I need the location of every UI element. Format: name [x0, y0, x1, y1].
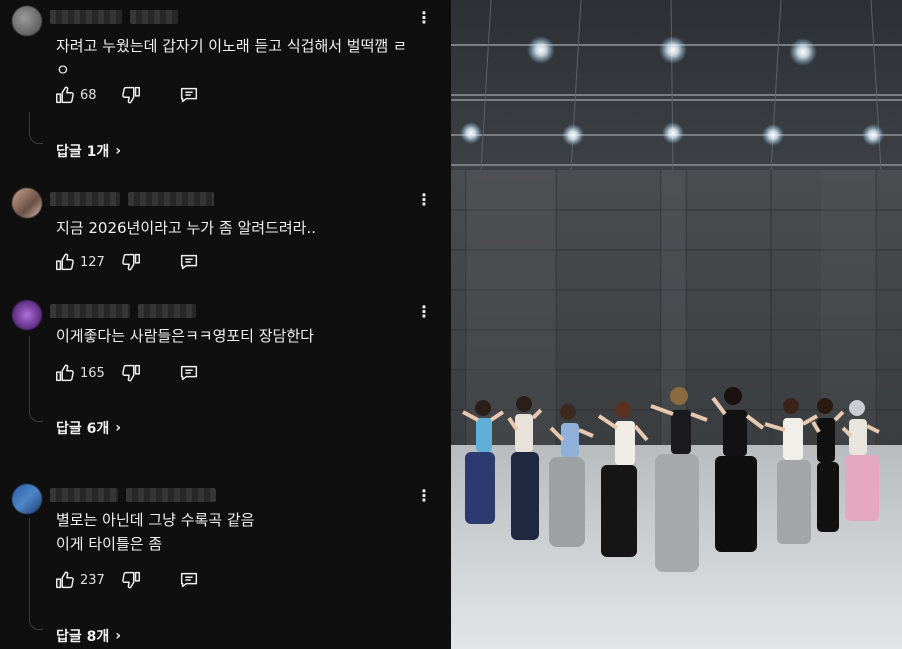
comment-actions: 237 — [54, 569, 200, 591]
dislike-button[interactable] — [120, 84, 142, 106]
dislike-button[interactable] — [120, 569, 142, 591]
comment-author-handle[interactable] — [50, 192, 214, 206]
like-count: 127 — [80, 254, 105, 270]
comment-text: 별로는 아닌데 그냥 수록곡 같음 이게 타이틀은 좀 — [56, 511, 255, 553]
thumbs-down-icon — [122, 364, 140, 382]
thread-line — [29, 336, 43, 422]
comment-text: 이게좋다는 사람들은ㅋㅋ영포티 장담한다 — [56, 327, 314, 345]
comment-actions: 165 — [54, 362, 200, 384]
comment-text: 자려고 누웠는데 갑자기 이노래 듣고 식겁해서 벌떡깸 ㄹ ㅇ — [56, 37, 407, 79]
thumbs-up-icon — [56, 86, 74, 104]
like-count: 68 — [80, 87, 97, 103]
reply-button[interactable] — [178, 362, 200, 384]
avatar[interactable] — [12, 300, 42, 330]
comment-text: 지금 2026년이라고 누가 좀 알려드려라.. — [56, 219, 316, 237]
chevron-right-icon: › — [115, 420, 122, 436]
comment-actions: 127 — [54, 251, 200, 273]
thread-line — [29, 112, 43, 144]
view-replies-button[interactable]: 답글 6개 › — [56, 418, 121, 438]
reply-comment-icon — [180, 87, 198, 103]
video-frame[interactable] — [451, 0, 902, 649]
comment-author-handle[interactable] — [50, 10, 178, 24]
avatar[interactable] — [12, 6, 42, 36]
comment-actions: 68 — [54, 84, 200, 106]
comment-author-handle[interactable] — [50, 304, 196, 318]
reply-comment-icon — [180, 254, 198, 270]
thumbs-up-icon — [56, 571, 74, 589]
replies-label: 답글 1개 — [56, 144, 110, 160]
chevron-right-icon: › — [115, 628, 122, 644]
view-replies-button[interactable]: 답글 1개 › — [56, 141, 121, 161]
reply-button[interactable] — [178, 569, 200, 591]
reply-button[interactable] — [178, 84, 200, 106]
more-options-icon[interactable]: ⋮ — [414, 302, 434, 322]
more-options-icon[interactable]: ⋮ — [414, 190, 434, 210]
replies-label: 답글 8개 — [56, 629, 110, 645]
comment-author-handle[interactable] — [50, 488, 216, 502]
like-button[interactable]: 68 — [54, 84, 114, 106]
thumbs-up-icon — [56, 253, 74, 271]
dance-practice-scene — [451, 0, 902, 649]
thumbs-down-icon — [122, 253, 140, 271]
thread-line — [29, 518, 43, 630]
dislike-button[interactable] — [120, 362, 142, 384]
more-options-icon[interactable]: ⋮ — [414, 486, 434, 506]
avatar[interactable] — [12, 188, 42, 218]
reply-button[interactable] — [178, 251, 200, 273]
avatar[interactable] — [12, 484, 42, 514]
comments-panel: ⋮ 자려고 누웠는데 갑자기 이노래 듣고 식겁해서 벌떡깸 ㄹ ㅇ 68 답글… — [0, 0, 451, 649]
reply-comment-icon — [180, 572, 198, 588]
thumbs-up-icon — [56, 364, 74, 382]
more-options-icon[interactable]: ⋮ — [414, 8, 434, 28]
reply-comment-icon — [180, 365, 198, 381]
thumbs-down-icon — [122, 571, 140, 589]
like-count: 165 — [80, 365, 105, 381]
dislike-button[interactable] — [120, 251, 142, 273]
like-button[interactable]: 127 — [54, 251, 114, 273]
like-count: 237 — [80, 572, 105, 588]
chevron-right-icon: › — [115, 143, 122, 159]
replies-label: 답글 6개 — [56, 421, 110, 437]
like-button[interactable]: 237 — [54, 569, 114, 591]
like-button[interactable]: 165 — [54, 362, 114, 384]
view-replies-button[interactable]: 답글 8개 › — [56, 626, 121, 646]
thumbs-down-icon — [122, 86, 140, 104]
